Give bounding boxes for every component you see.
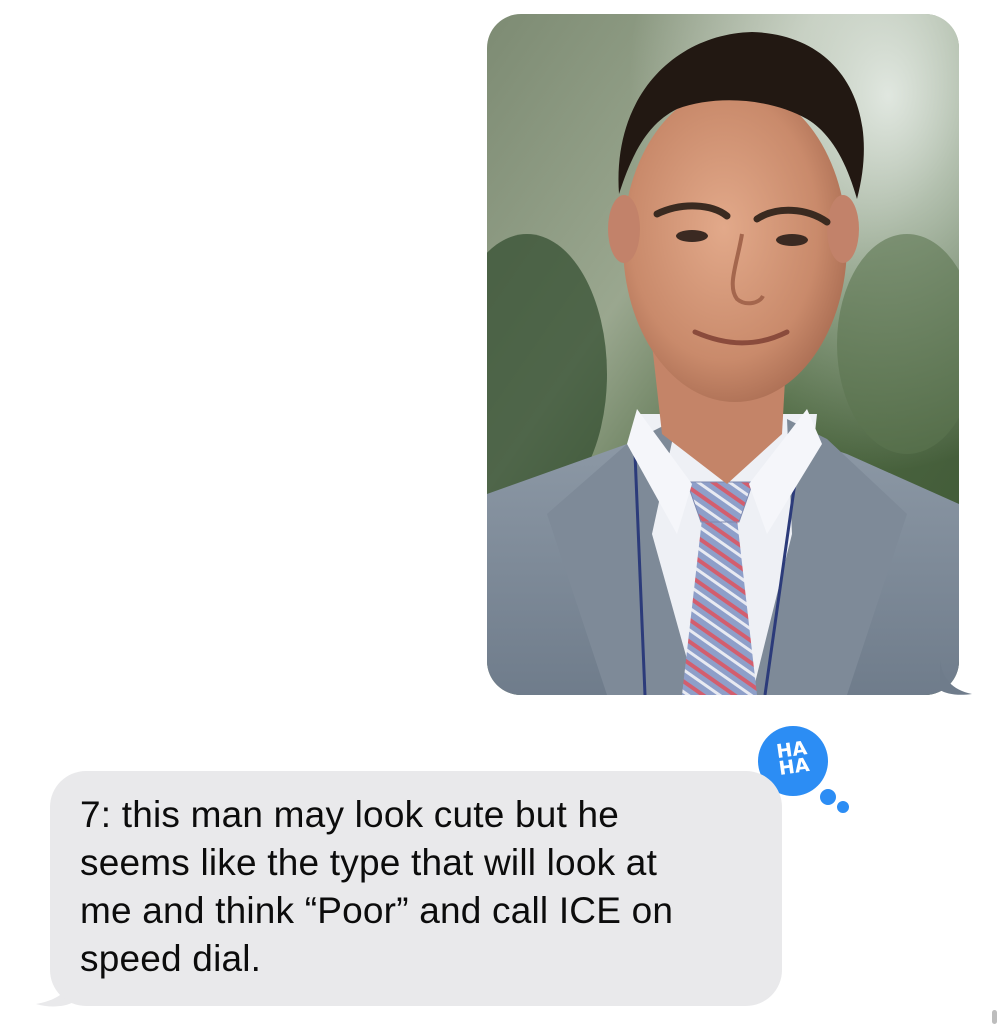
sent-photo: [487, 14, 959, 695]
sent-bubble-tail: [940, 660, 972, 695]
sent-image-bubble[interactable]: [487, 14, 959, 695]
message-text: 7: this man may look cute but he seems l…: [80, 794, 674, 979]
scroll-indicator: [992, 1010, 997, 1024]
received-message-bubble[interactable]: 7: this man may look cute but he seems l…: [50, 771, 782, 1006]
reaction-tail-dot-small: [834, 798, 852, 816]
